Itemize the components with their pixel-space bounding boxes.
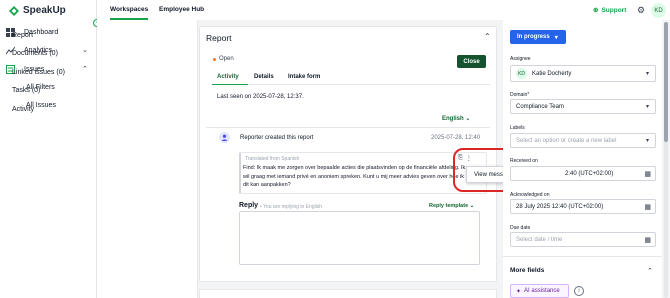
- info-icon[interactable]: i: [574, 286, 584, 296]
- tab-details[interactable]: Details: [254, 74, 274, 80]
- tab-workspaces[interactable]: Workspaces: [110, 6, 149, 20]
- assignee-select[interactable]: KD Katie Docherty ▾: [510, 65, 656, 82]
- assignee-name: Katie Docherty: [532, 70, 572, 77]
- support-link[interactable]: ⊕ Support: [593, 6, 627, 15]
- report-nav-item-report[interactable]: Report: [12, 32, 33, 39]
- tab-activity[interactable]: Activity: [217, 74, 239, 80]
- divider: [206, 127, 490, 128]
- calendar-icon: ▦: [644, 203, 651, 211]
- received-label: Received on: [510, 158, 538, 164]
- chevron-down-icon: ⌄: [469, 203, 475, 209]
- due-date-label: Due date: [510, 225, 531, 231]
- active-tab-indicator: [212, 84, 248, 85]
- chevron-up-icon[interactable]: ⌃: [647, 267, 653, 275]
- app-logo[interactable]: SpeakUp: [9, 5, 66, 16]
- report-nav-item-documents[interactable]: Documents (0): [12, 50, 58, 57]
- reporter-avatar-icon: [219, 132, 230, 143]
- tab-intake-form[interactable]: Intake form: [288, 74, 320, 80]
- calendar-icon: ▦: [644, 236, 651, 244]
- report-nav-item-activity[interactable]: Activity: [12, 106, 34, 113]
- language-label: English: [442, 116, 464, 122]
- more-fields-heading[interactable]: More fields: [510, 267, 544, 274]
- status-label: Open: [219, 56, 234, 62]
- avatar[interactable]: KD: [651, 3, 666, 18]
- assignee-label: Assignee: [510, 56, 531, 62]
- secondary-card: [199, 289, 497, 298]
- due-date-field[interactable]: Select date / time ▦: [510, 232, 656, 247]
- reply-hint: • You are replying in English: [260, 204, 323, 210]
- chevron-down-icon: ⌄: [465, 116, 471, 122]
- due-date-placeholder: Select date / time: [516, 236, 563, 243]
- reply-textarea[interactable]: [239, 211, 480, 265]
- divider: [503, 256, 662, 257]
- report-nav-item-tasks[interactable]: Tasks (0): [12, 87, 40, 94]
- chevron-down-icon: ▾: [645, 104, 649, 110]
- ai-assistance-button[interactable]: ✦ AI assistance: [510, 284, 569, 298]
- reply-hint-text: You are replying in English: [263, 204, 323, 210]
- reply-template-label: Reply template: [429, 203, 469, 209]
- support-label: Support: [601, 6, 627, 14]
- language-select[interactable]: English ⌄: [442, 115, 470, 122]
- reply-label: Reply: [239, 202, 259, 209]
- sparkle-icon: ✦: [516, 288, 522, 295]
- chevron-down-icon: ▾: [645, 138, 649, 144]
- status-dropdown-button[interactable]: In progress ▾: [510, 30, 566, 44]
- status-dot-icon: [213, 57, 216, 61]
- labels-select[interactable]: Select an option or create a new label ▾: [510, 133, 656, 148]
- status-button-label: In progress: [517, 34, 550, 40]
- close-button[interactable]: Close: [457, 55, 486, 68]
- chevron-down-icon: ▾: [554, 34, 558, 41]
- chevron-up-icon[interactable]: ⌃: [484, 32, 491, 41]
- app-name: SpeakUp: [23, 5, 66, 16]
- labels-placeholder: Select an option or create a new label: [516, 137, 617, 144]
- calendar-icon: ▦: [644, 170, 651, 178]
- acknowledged-value: 28 July 2025 12:40 (UTC+02:00): [516, 203, 604, 210]
- domain-value: Compliance Team: [516, 103, 564, 110]
- gear-icon[interactable]: ⚙: [637, 5, 645, 16]
- labels-label: Labels: [510, 125, 525, 131]
- ai-assistance-label: AI assistance: [524, 288, 560, 294]
- report-nav-item-linked-issues[interactable]: Linked issues (0): [12, 69, 65, 76]
- received-date-field[interactable]: 2:40 (UTC+02:00) ▦: [510, 166, 656, 181]
- domain-select[interactable]: Compliance Team ▾: [510, 99, 656, 114]
- page-title: Report: [206, 33, 232, 43]
- received-value: 2:40 (UTC+02:00): [565, 170, 614, 177]
- report-nav: [97, 20, 198, 298]
- last-seen-text: Last seen on 2025-07-28, 12:37.: [217, 94, 304, 100]
- status-badge: Open: [213, 56, 234, 62]
- reporter-event-date: 2025-07-28, 12:40: [431, 135, 481, 141]
- reporter-event-text: Reporter created this report: [240, 135, 314, 141]
- acknowledged-label: Acknowledged on: [510, 192, 550, 198]
- acknowledged-date-field[interactable]: 28 July 2025 12:40 (UTC+02:00) ▦: [510, 199, 656, 214]
- translated-label: Translated from Spanish: [245, 156, 300, 162]
- reply-template-button[interactable]: Reply template ⌄: [429, 203, 474, 209]
- speakup-logo-icon: [9, 5, 19, 16]
- domain-label: Domain*: [510, 92, 530, 98]
- tab-employee-hub[interactable]: Employee Hub: [159, 6, 204, 13]
- chevron-up-icon: ⌃: [82, 66, 88, 73]
- message-text: Find: Ik maak me zorgen over bepaalde ac…: [243, 165, 466, 188]
- globe-icon: ⊕: [593, 7, 599, 14]
- scrollbar-thumb[interactable]: [664, 22, 668, 142]
- chevron-down-icon: ⌄: [82, 47, 88, 54]
- chevron-down-icon: ▾: [645, 71, 649, 77]
- assignee-avatar: KD: [516, 68, 527, 79]
